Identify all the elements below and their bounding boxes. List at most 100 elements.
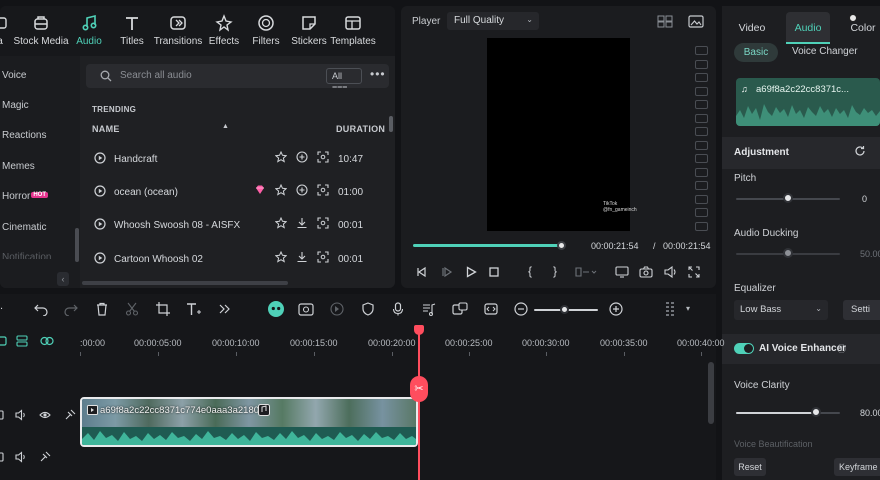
search-box[interactable]: Search all audio All ⩶ •••	[86, 64, 389, 91]
snapshot-frame-icon[interactable]	[484, 302, 498, 316]
volume-icon[interactable]	[664, 266, 678, 278]
star-icon[interactable]	[275, 151, 287, 163]
play-reverse-icon[interactable]	[441, 266, 453, 278]
play-circle-icon[interactable]	[94, 185, 106, 197]
eye-icon[interactable]	[39, 409, 51, 421]
zoom-out-icon[interactable]	[514, 302, 528, 316]
display-monitor-icon[interactable]	[615, 266, 629, 278]
tab-video[interactable]: Video	[722, 12, 782, 44]
star-icon[interactable]	[275, 184, 287, 196]
speaker-icon[interactable]	[15, 409, 27, 421]
list-item[interactable]: ocean (ocean) 01:00	[80, 176, 388, 206]
zoom-slider-handle[interactable]	[560, 305, 569, 314]
column-header-name[interactable]: NAME	[92, 124, 120, 134]
sort-arrow-icon[interactable]: ▲	[222, 123, 229, 130]
audio-list-icon[interactable]	[422, 302, 436, 316]
crop-icon[interactable]	[156, 302, 170, 316]
timeline-clip[interactable]: a69f8a2c22cc8371c774e0aaa3a2180c	[80, 397, 418, 447]
pitch-value[interactable]: 0	[862, 194, 867, 204]
playhead-handle[interactable]	[414, 325, 424, 335]
list-scrollbar[interactable]	[389, 116, 393, 132]
voice-clarity-handle[interactable]	[811, 407, 821, 417]
star-icon[interactable]	[275, 217, 287, 229]
list-item[interactable]: Cartoon Whoosh 02 00:01	[80, 243, 388, 273]
filter-button[interactable]: All ⩶	[326, 68, 362, 91]
column-header-duration[interactable]: DURATION	[336, 124, 385, 134]
play-circle-icon[interactable]	[94, 152, 106, 164]
mark-in-icon[interactable]: {	[528, 264, 532, 278]
timeline-menu-icon[interactable]: .	[0, 300, 3, 312]
more-tools-icon[interactable]	[218, 302, 232, 316]
text-tool-icon[interactable]	[186, 302, 202, 316]
tab-color[interactable]: Color	[838, 12, 880, 44]
play-circle-icon[interactable]	[94, 252, 106, 264]
category-voice[interactable]: Voice	[2, 70, 26, 81]
playback-progress-bar[interactable]	[413, 244, 561, 247]
ai-voice-enhancer-toggle[interactable]	[734, 343, 754, 354]
keyframe-button[interactable]: Keyframe	[834, 458, 880, 476]
timeline-scrollbar[interactable]	[708, 362, 714, 424]
category-notification[interactable]: Notification	[2, 252, 51, 259]
more-options-icon[interactable]: •••	[370, 67, 386, 81]
record-camera-icon[interactable]	[298, 302, 314, 316]
timeline-ruler[interactable]: :00:00 00:00:05:00 00:00:10:00 00:00:15:…	[80, 326, 725, 356]
snapshot-image-icon[interactable]	[688, 15, 704, 28]
play-icon[interactable]	[465, 266, 477, 278]
beat-detect-icon[interactable]	[317, 184, 329, 196]
add-track-icon[interactable]	[16, 335, 28, 347]
category-cinematic[interactable]: Cinematic	[2, 222, 46, 233]
lock-icon[interactable]	[39, 451, 51, 463]
subtab-basic[interactable]: Basic	[734, 43, 778, 62]
redo-icon[interactable]	[64, 302, 78, 316]
audio-thumbnail-handle[interactable]	[849, 14, 857, 22]
category-scrollbar[interactable]	[75, 228, 79, 262]
ducking-slider-handle[interactable]	[783, 248, 793, 258]
fullscreen-icon[interactable]	[688, 266, 700, 278]
equalizer-settings-button[interactable]: Setti	[843, 300, 880, 320]
track-settings-icon[interactable]	[0, 335, 10, 347]
camera-icon[interactable]	[639, 266, 653, 278]
mark-out-icon[interactable]: }	[553, 264, 557, 278]
grid-view-icon[interactable]	[657, 15, 673, 28]
add-icon[interactable]	[296, 184, 308, 196]
layout-grid-icon[interactable]	[664, 301, 676, 319]
download-icon[interactable]	[296, 251, 308, 263]
download-icon[interactable]	[296, 217, 308, 229]
undo-icon[interactable]	[34, 302, 48, 316]
subtab-voice-changer[interactable]: Voice Changer	[792, 46, 858, 57]
split-scissors-icon[interactable]: ✂	[410, 376, 428, 402]
quality-select[interactable]: Full Quality ⌄	[447, 12, 539, 30]
category-magic[interactable]: Magic	[2, 100, 29, 111]
playhead[interactable]	[418, 326, 420, 480]
tab-audio[interactable]: Audio	[786, 12, 830, 44]
info-icon[interactable]: ⓘ	[837, 342, 846, 355]
delete-icon[interactable]	[95, 302, 109, 316]
stop-icon[interactable]	[488, 266, 500, 278]
reset-icon[interactable]	[854, 145, 866, 157]
pitch-slider-handle[interactable]	[783, 193, 793, 203]
zoom-in-icon[interactable]	[609, 302, 623, 316]
playback-progress-handle[interactable]	[557, 241, 566, 250]
chevron-down-icon[interactable]: ▾	[686, 304, 690, 313]
speaker-icon[interactable]	[15, 451, 27, 463]
scissors-icon[interactable]	[125, 302, 139, 316]
list-item[interactable]: Whoosh Swoosh 08 - AISFX 00:01	[80, 209, 388, 239]
insert-dropdown-icon[interactable]	[575, 266, 597, 278]
equalizer-select[interactable]: Low Bass ⌄	[734, 300, 828, 320]
list-item[interactable]: Handcraft 10:47	[80, 143, 388, 173]
toolbar-templates[interactable]: Templates	[323, 12, 383, 47]
ai-assistant-icon[interactable]	[267, 300, 285, 318]
ducking-value[interactable]: 50.00	[860, 249, 880, 259]
horizontal-scrollbar[interactable]	[82, 281, 288, 285]
beat-detect-icon[interactable]	[317, 217, 329, 229]
category-horror[interactable]: Horror HOT	[2, 191, 49, 202]
collapse-sidebar-button[interactable]: ‹	[57, 272, 69, 286]
beat-detect-icon[interactable]	[317, 151, 329, 163]
step-back-icon[interactable]	[415, 266, 427, 278]
replace-clip-icon[interactable]	[452, 302, 468, 316]
category-reactions[interactable]: Reactions	[2, 130, 46, 141]
lock-icon[interactable]	[64, 409, 76, 421]
add-icon[interactable]	[296, 151, 308, 163]
star-icon[interactable]	[275, 251, 287, 263]
voice-clarity-value[interactable]: 80.00	[860, 408, 880, 418]
